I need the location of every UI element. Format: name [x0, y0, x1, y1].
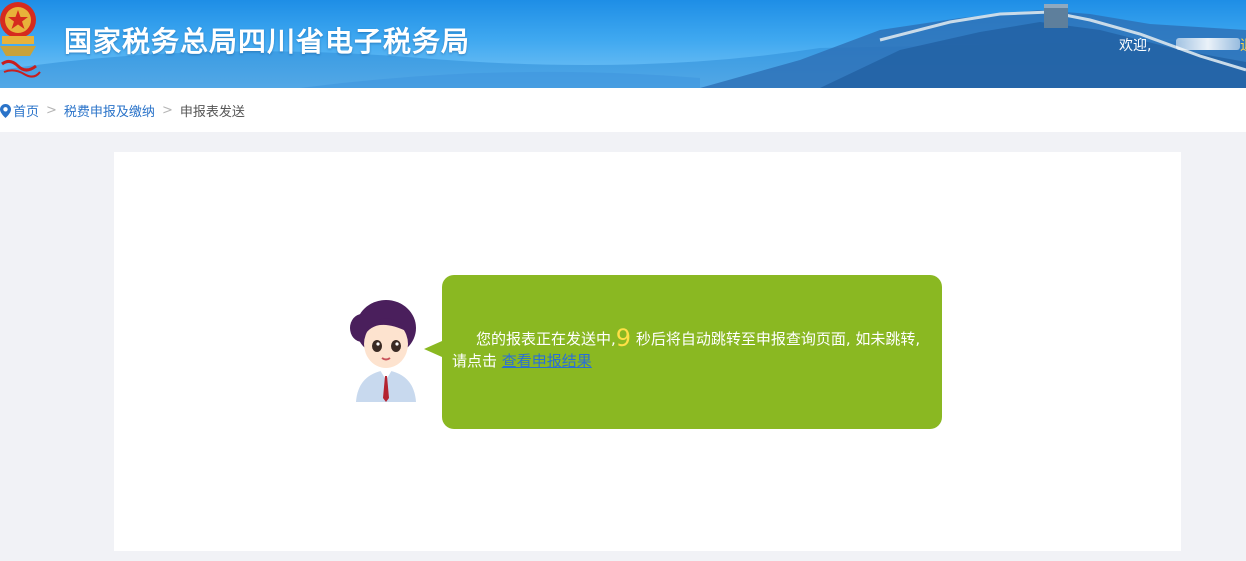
site-title: 国家税务总局四川省电子税务局: [64, 25, 471, 58]
breadcrumb: 首页 > 税费申报及缴纳 > 申报表发送: [0, 101, 245, 120]
main-panel: 您的报表正在发送中,9 秒后将自动跳转至申报查询页面, 如未跳转, 请点击 查看…: [114, 152, 1181, 551]
logout-link-truncated[interactable]: 退: [1240, 35, 1246, 55]
tax-officer-avatar-icon: [350, 300, 416, 402]
header-banner: 国家税务总局四川省电子税务局 欢迎, 退: [0, 0, 1246, 88]
countdown-seconds: 9: [615, 324, 632, 352]
username-redacted: [1176, 38, 1240, 50]
bubble-tail: [424, 341, 442, 357]
breadcrumb-bar: 首页 > 税费申报及缴纳 > 申报表发送: [0, 88, 1246, 132]
breadcrumb-tax-filing[interactable]: 税费申报及缴纳: [64, 101, 155, 120]
message-text-before: 您的报表正在发送中,: [476, 330, 616, 348]
location-pin-icon: [0, 103, 11, 118]
breadcrumb-current: 申报表发送: [179, 105, 245, 120]
breadcrumb-separator: >: [161, 103, 173, 118]
breadcrumb-separator: >: [46, 103, 57, 118]
tax-emblem-icon: [0, 2, 41, 78]
message-bubble: 您的报表正在发送中,9 秒后将自动跳转至申报查询页面, 如未跳转, 请点击 查看…: [424, 275, 942, 429]
breadcrumb-home[interactable]: 首页: [13, 101, 39, 120]
view-result-link[interactable]: 查看申报结果: [502, 352, 592, 370]
redirect-message: 您的报表正在发送中,9 秒后将自动跳转至申报查询页面, 如未跳转, 请点击 查看…: [452, 324, 936, 372]
welcome-label: 欢迎,: [1119, 38, 1152, 54]
